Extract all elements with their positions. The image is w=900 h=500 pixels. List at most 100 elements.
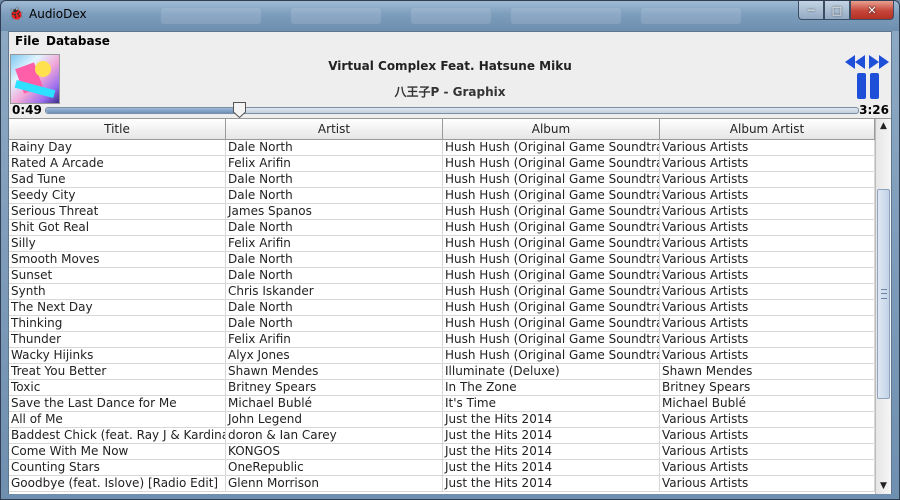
table-row[interactable]: Shit Got Real Dale North Hush Hush (Origin…	[9, 220, 875, 236]
window-title: AudioDex	[29, 7, 87, 21]
maximize-icon: □	[831, 3, 843, 17]
table-cell: Toxic	[9, 380, 226, 396]
minimize-icon: ─	[807, 3, 815, 17]
table-cell: Hush Hush (Original Game Soundtra...	[445, 252, 660, 268]
scroll-up-icon[interactable]: ▲	[876, 119, 891, 134]
table-row[interactable]: The Next Day Dale North Hush Hush (Origina…	[9, 300, 875, 316]
background-ghost	[511, 8, 621, 24]
table-row[interactable]: All of Me John Legend Just the Hits 2014 Va…	[9, 412, 875, 428]
audiodex-logo-icon: 🐞	[8, 7, 25, 22]
fast-forward-icon[interactable]	[869, 55, 889, 69]
table-cell: All of Me	[9, 412, 226, 428]
table-row[interactable]: Treat You Better Shawn Mendes Illuminate (…	[9, 364, 875, 380]
table-cell: Rainy Day	[9, 140, 226, 156]
table-cell: Hush Hush (Original Game Soundtra...	[445, 284, 660, 300]
table-cell: Just the Hits 2014	[443, 476, 660, 492]
window-controls: ─ □ ✕	[798, 1, 894, 21]
table-cell: Dale North	[226, 252, 443, 268]
song-artist-album: 八王子P - Graphix	[394, 85, 506, 99]
maximize-button[interactable]: □	[824, 1, 850, 20]
song-title: Virtual Complex Feat. Hatsune Miku	[328, 59, 572, 73]
background-ghost	[161, 8, 261, 24]
table-cell: Silly	[9, 236, 226, 252]
table-row[interactable]: Thunder Felix Arifin Hush Hush (Original G…	[9, 332, 875, 348]
table-cell: Serious Threat	[9, 204, 226, 220]
table-cell: Dale North	[226, 188, 443, 204]
column-header[interactable]: Title	[9, 119, 226, 139]
table-cell: Hush Hush (Original Game Soundtra...	[445, 268, 660, 284]
table-cell: Hush Hush (Original Game Soundtra...	[445, 156, 660, 172]
table-row[interactable]: Goodbye (feat. Islove) [Radio Edit] Glenn…	[9, 476, 875, 492]
table-cell: Hush Hush (Original Game Soundtra...	[445, 188, 660, 204]
close-icon: ✕	[867, 3, 877, 17]
now-playing-panel: Virtual Complex Feat. Hatsune Miku 八王子P …	[9, 52, 891, 118]
table-cell: Various Artists	[660, 268, 875, 284]
table-row[interactable]: Baddest Chick (feat. Ray J & Kardinal...…	[9, 428, 875, 444]
menu-file[interactable]: File	[15, 34, 40, 48]
vertical-scrollbar[interactable]: ▲ ▼	[875, 119, 891, 494]
table-row[interactable]: Rainy Day Dale North Hush Hush (Original G…	[9, 140, 875, 156]
seek-progress	[46, 108, 240, 113]
table-row[interactable]: Counting Stars OneRepublic Just the Hits 2…	[9, 460, 875, 476]
table-row[interactable]: Serious Threat James Spanos Hush Hush (Ori…	[9, 204, 875, 220]
table-row[interactable]: Sunset Dale North Hush Hush (Original Game…	[9, 268, 875, 284]
table-cell: Glenn Morrison	[226, 476, 443, 492]
table-row[interactable]: Synth Chris Iskander Hush Hush (Original G…	[9, 284, 875, 300]
table-cell: Various Artists	[660, 428, 875, 444]
table-cell: Shit Got Real	[9, 220, 226, 236]
table-cell: Dale North	[226, 300, 443, 316]
table-cell: Seedy City	[9, 188, 226, 204]
total-time: 3:26	[859, 103, 889, 117]
table-cell: doron & Ian Carey	[226, 428, 443, 444]
table-cell: Various Artists	[660, 444, 875, 460]
table-row[interactable]: Toxic Britney Spears In The Zone Britney Sp…	[9, 380, 875, 396]
table-cell: James Spanos	[226, 204, 443, 220]
table-cell: Synth	[9, 284, 226, 300]
table-cell: Dale North	[226, 268, 443, 284]
table-cell: Dale North	[226, 140, 443, 156]
seek-slider[interactable]	[45, 102, 859, 118]
table-row[interactable]: Come With Me Now KONGOS Just the Hits 2014…	[9, 444, 875, 460]
column-header[interactable]: Artist	[226, 119, 443, 139]
rewind-icon[interactable]	[845, 55, 865, 69]
pause-icon[interactable]	[855, 73, 881, 99]
table-cell: Thunder	[9, 332, 226, 348]
table-cell: Just the Hits 2014	[443, 460, 660, 476]
scroll-thumb[interactable]	[877, 189, 890, 399]
table-row[interactable]: Sad Tune Dale North Hush Hush (Original Ga…	[9, 172, 875, 188]
table-cell: Wacky Hijinks	[9, 348, 226, 364]
table-cell: Hush Hush (Original Game Soundtra...	[445, 204, 660, 220]
table-cell: Various Artists	[660, 460, 875, 476]
table-row[interactable]: Rated A Arcade Felix Arifin Hush Hush (Ori…	[9, 156, 875, 172]
table-row[interactable]: Thinking Dale North Hush Hush (Original Ga…	[9, 316, 875, 332]
table-cell: Various Artists	[660, 220, 875, 236]
table-cell: Hush Hush (Original Game Soundtra...	[445, 332, 660, 348]
table-cell: Hush Hush (Original Game Soundtra...	[445, 172, 660, 188]
table-cell: Various Artists	[660, 236, 875, 252]
table-cell: Sunset	[9, 268, 226, 284]
table-cell: Various Artists	[660, 140, 875, 156]
table-body: Rainy Day Dale North Hush Hush (Original G…	[9, 140, 875, 492]
table-cell: Hush Hush (Original Game Soundtra...	[445, 348, 660, 364]
minimize-button[interactable]: ─	[798, 1, 824, 20]
table-cell: Save the Last Dance for Me	[9, 396, 226, 412]
close-button[interactable]: ✕	[850, 1, 894, 20]
column-header[interactable]: Album	[443, 119, 660, 139]
menu-database[interactable]: Database	[46, 34, 110, 48]
table-cell: Hush Hush (Original Game Soundtra...	[445, 220, 660, 236]
table-cell: Just the Hits 2014	[443, 412, 660, 428]
title-bar[interactable]: 🐞 AudioDex ─ □ ✕	[1, 1, 899, 31]
table-cell: Treat You Better	[9, 364, 226, 380]
table-row[interactable]: Seedy City Dale North Hush Hush (Original …	[9, 188, 875, 204]
column-header[interactable]: Album Artist	[660, 119, 875, 139]
menu-bar: File Database	[9, 32, 891, 52]
table-row[interactable]: Smooth Moves Dale North Hush Hush (Origina…	[9, 252, 875, 268]
scroll-down-icon[interactable]: ▼	[876, 479, 891, 494]
table-cell: Hush Hush (Original Game Soundtra...	[445, 316, 660, 332]
table-row[interactable]: Wacky Hijinks Alyx Jones Hush Hush (Origin…	[9, 348, 875, 364]
table-row[interactable]: Save the Last Dance for Me Michael Bublé I…	[9, 396, 875, 412]
table-cell: Various Artists	[660, 252, 875, 268]
table-row[interactable]: Silly Felix Arifin Hush Hush (Original Gam…	[9, 236, 875, 252]
seek-thumb[interactable]	[233, 102, 247, 118]
table-cell: Dale North	[226, 316, 443, 332]
